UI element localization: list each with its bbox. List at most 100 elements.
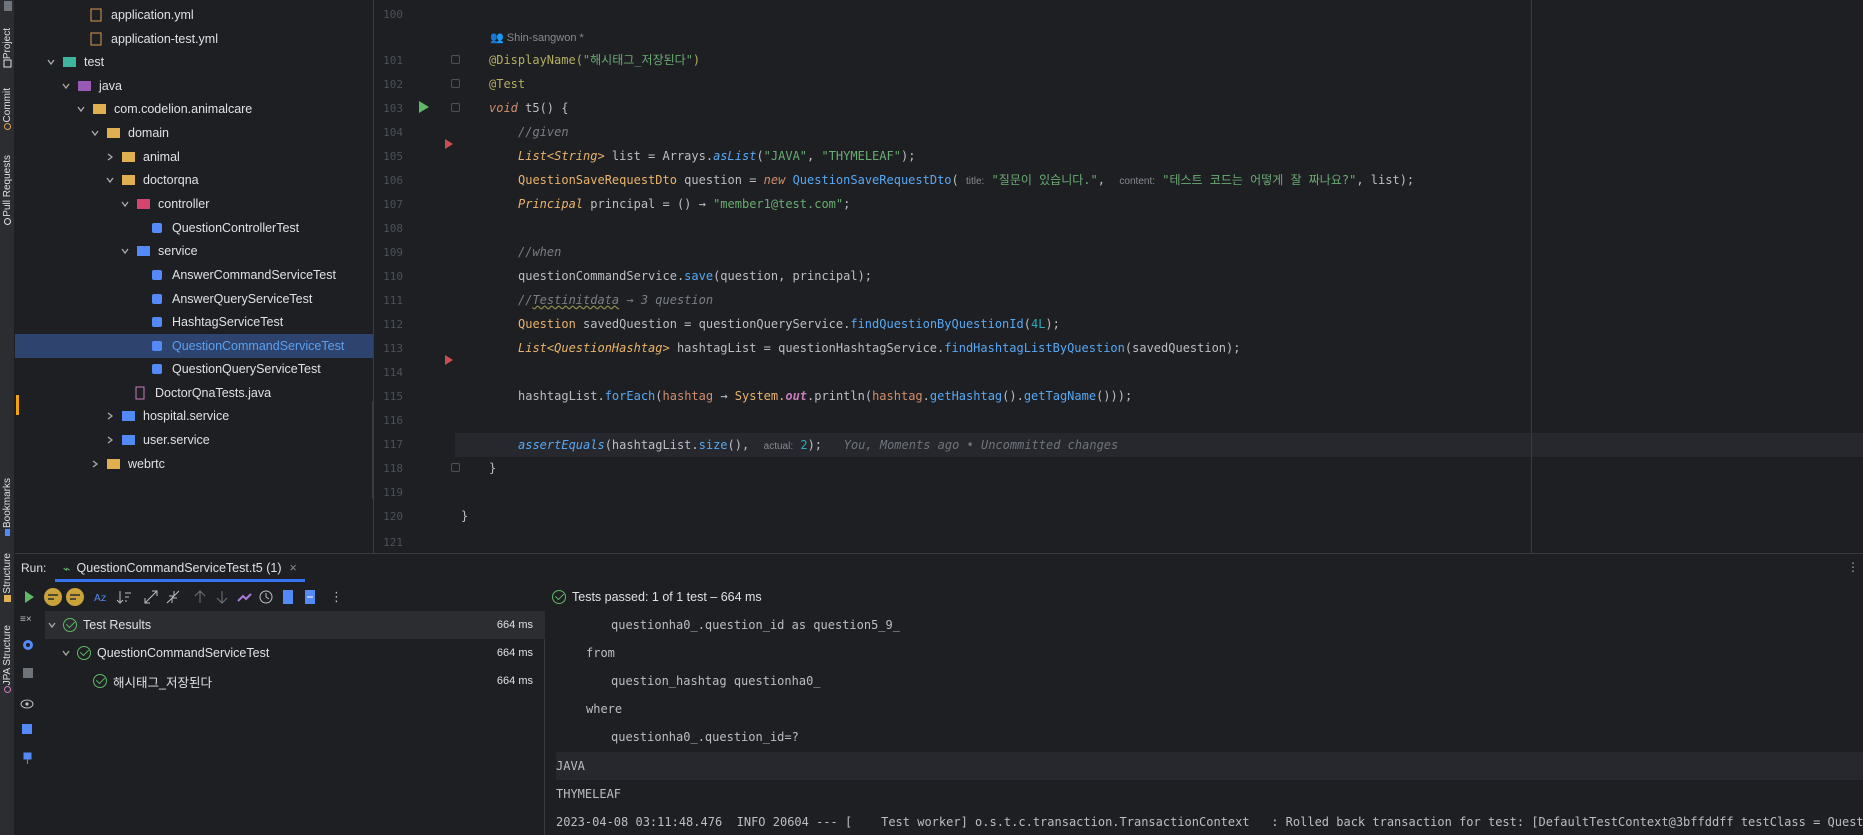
- tree-item-doctorqna-tests[interactable]: DoctorQnaTests.java: [15, 381, 373, 405]
- chevron-down-icon[interactable]: [46, 619, 58, 631]
- collapse-all-icon[interactable]: [165, 589, 181, 605]
- breakpoint-marker[interactable]: [445, 355, 453, 365]
- more-actions-icon[interactable]: ⋮: [330, 589, 346, 605]
- tree-item-test[interactable]: test: [15, 50, 373, 74]
- test-method-row[interactable]: 해시태그_저장된다 664 ms: [45, 667, 545, 695]
- test-class-icon: [152, 364, 162, 374]
- code-line-104: //given: [518, 125, 569, 139]
- folder-icon: [122, 175, 135, 185]
- fold-marker[interactable]: [451, 55, 460, 64]
- more-options-icon[interactable]: ⋮: [1847, 560, 1859, 574]
- open-report-icon[interactable]: [302, 589, 318, 605]
- tree-item-animal[interactable]: animal: [15, 145, 373, 169]
- tree-item-java[interactable]: java: [15, 74, 373, 98]
- tree-item-webrtc[interactable]: webrtc: [15, 452, 373, 476]
- tree-item-answer-query-service-test[interactable]: AnswerQueryServiceTest: [15, 287, 373, 311]
- code-editor[interactable]: 100 101 102 103 104 105 106 107 108 109 …: [375, 0, 1863, 553]
- author-icon: 👥: [490, 32, 507, 44]
- chevron-down-icon[interactable]: [75, 103, 87, 115]
- passed-check-icon: [63, 618, 77, 632]
- tree-item-question-command-service-test[interactable]: QuestionCommandServiceTest: [15, 334, 373, 358]
- tree-item-question-controller-test[interactable]: QuestionControllerTest: [15, 216, 373, 240]
- tree-scrollbar[interactable]: [372, 400, 373, 500]
- tab-jpa-structure[interactable]: JPA Structure: [0, 625, 14, 697]
- tree-item-controller[interactable]: controller: [15, 192, 373, 216]
- run-test-gutter-icon[interactable]: [419, 101, 429, 113]
- tab-commit[interactable]: Commit: [0, 88, 14, 134]
- chevron-right-icon[interactable]: [104, 151, 116, 163]
- fold-marker[interactable]: [451, 103, 460, 112]
- console-line: from: [586, 646, 615, 660]
- test-class-icon: [152, 294, 162, 304]
- tree-item-service[interactable]: service: [15, 239, 373, 263]
- sort-by-duration-icon[interactable]: [116, 589, 132, 605]
- code-line-113: List<QuestionHashtag> hashtagList = ques…: [518, 341, 1241, 355]
- folder-icon: [137, 199, 150, 209]
- console-line: THYMELEAF: [556, 787, 622, 801]
- show-passed-icon[interactable]: [43, 587, 63, 607]
- show-ignored-icon[interactable]: [65, 587, 85, 607]
- test-history-icon[interactable]: [258, 589, 274, 605]
- code-line-102: @Test: [489, 77, 526, 91]
- sort-alphabetically-icon[interactable]: Az: [93, 589, 109, 605]
- breakpoint-marker[interactable]: [445, 139, 453, 149]
- filter-icon[interactable]: ≡×: [20, 614, 32, 625]
- folder-icon: [122, 411, 135, 421]
- chevron-down-icon[interactable]: [119, 245, 131, 257]
- expand-all-icon[interactable]: [143, 589, 159, 605]
- chevron-down-icon[interactable]: [45, 56, 57, 68]
- test-class-row[interactable]: QuestionCommandServiceTest 664 ms: [45, 639, 545, 667]
- tree-item-doctorqna[interactable]: doctorqna: [15, 168, 373, 192]
- console-line: 2023-04-08 03:11:48.476 INFO 20604 --- […: [556, 815, 1863, 829]
- tree-item-answer-command-service-test[interactable]: AnswerCommandServiceTest: [15, 263, 373, 287]
- tree-item-application-test-yml[interactable]: application-test.yml: [15, 27, 373, 51]
- chevron-down-icon[interactable]: [104, 174, 116, 186]
- tab-pull-requests[interactable]: Pull Requests: [0, 155, 14, 229]
- close-tab-icon[interactable]: ×: [289, 561, 296, 575]
- tree-item-user-service[interactable]: user.service: [15, 428, 373, 452]
- fold-marker[interactable]: [451, 79, 460, 88]
- rerun-icon[interactable]: [21, 589, 37, 605]
- export-results-icon[interactable]: [280, 589, 296, 605]
- tree-item-hospital-service[interactable]: hospital.service: [15, 404, 373, 428]
- tab-structure[interactable]: Structure: [0, 553, 14, 606]
- chevron-down-icon[interactable]: [89, 127, 101, 139]
- chevron-right-icon[interactable]: [104, 434, 116, 446]
- tab-project[interactable]: Project: [0, 28, 14, 71]
- folder-icon: [78, 81, 91, 91]
- tree-item-package[interactable]: com.codelion.animalcare: [15, 97, 373, 121]
- pin-icon[interactable]: [22, 752, 33, 765]
- console-line: questionha0_.question_id=?: [611, 730, 799, 744]
- run-toolbar: Az ⋮: [15, 583, 545, 611]
- fold-marker[interactable]: [451, 463, 460, 472]
- chevron-right-icon[interactable]: [89, 458, 101, 470]
- code-line-107: Principal principal = () → "member1@test…: [518, 197, 851, 211]
- layout-icon[interactable]: [21, 723, 33, 735]
- code-line-101: @DisplayName("해시태그_저장된다"): [489, 53, 701, 67]
- project-icon: [3, 59, 12, 68]
- chevron-right-icon[interactable]: [104, 410, 116, 422]
- import-tests-icon[interactable]: [236, 589, 252, 605]
- left-tool-strip: Project Commit Pull Requests Bookmarks S…: [0, 0, 15, 835]
- tab-bookmarks[interactable]: Bookmarks: [0, 478, 14, 540]
- previous-failed-icon[interactable]: [192, 589, 208, 605]
- code-line-111: //Testinitdata → 3 question: [518, 293, 714, 307]
- chevron-down-icon[interactable]: [60, 80, 72, 92]
- chevron-down-icon[interactable]: [119, 198, 131, 210]
- next-failed-icon[interactable]: [214, 589, 230, 605]
- stop-icon[interactable]: [22, 667, 34, 679]
- code-author-hint: 👥 Shin-sangwon *: [490, 32, 584, 44]
- tree-item-application-yml[interactable]: application.yml: [15, 3, 373, 27]
- tree-item-hashtag-service-test[interactable]: HashtagServiceTest: [15, 310, 373, 334]
- eye-icon[interactable]: [20, 699, 34, 709]
- test-class-icon: [152, 317, 162, 327]
- chevron-down-icon[interactable]: [60, 647, 72, 659]
- settings-gear-icon[interactable]: [21, 638, 35, 652]
- test-run-icon: ⌁: [63, 561, 71, 576]
- tree-item-question-query-service-test[interactable]: QuestionQueryServiceTest: [15, 357, 373, 381]
- java-file-icon: [135, 386, 145, 400]
- tree-item-domain[interactable]: domain: [15, 121, 373, 145]
- run-tab-question-command-service-test[interactable]: ⌁ QuestionCommandServiceTest.t5 (1) ×: [55, 554, 305, 582]
- test-results-root[interactable]: Test Results 664 ms: [45, 611, 545, 639]
- console-output[interactable]: Tests passed: 1 of 1 test – 664 ms quest…: [546, 583, 1863, 835]
